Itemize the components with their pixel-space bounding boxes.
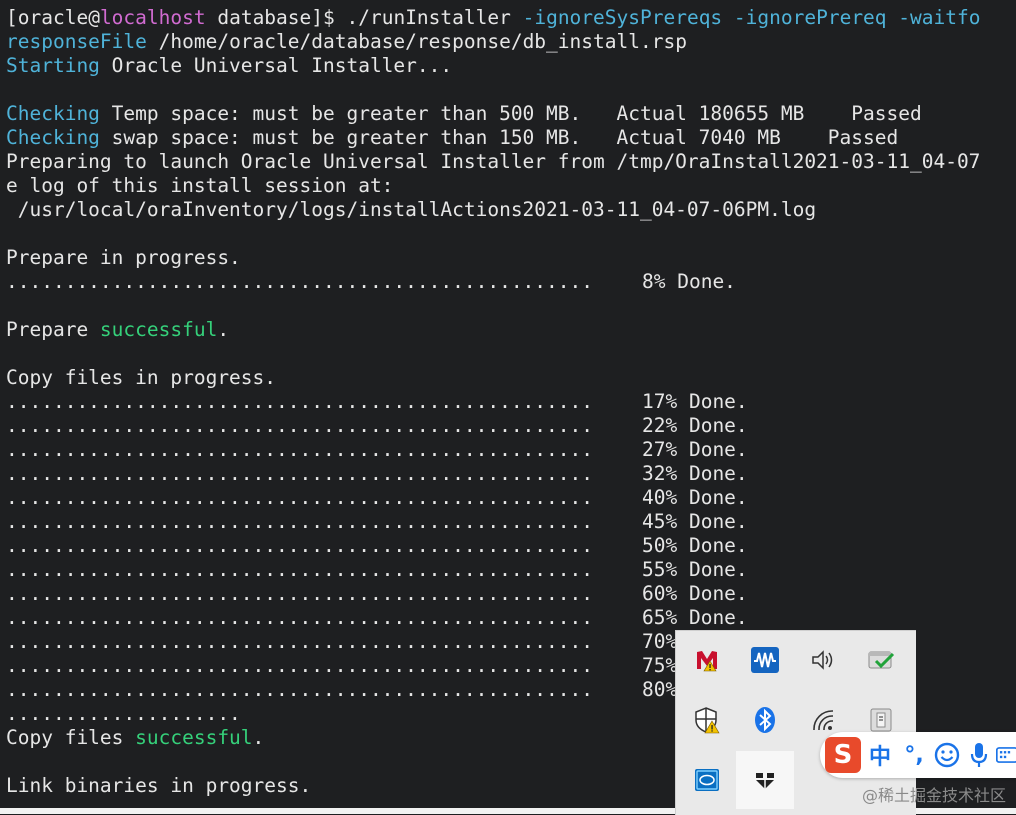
progress-dots: ........................................…: [6, 654, 593, 677]
period: .: [217, 318, 230, 341]
log-line: e log of this install session at:: [6, 174, 394, 197]
command-flags: -ignoreSysPrereqs -ignorePrereq -waitfo: [522, 6, 981, 29]
progress-dots: ........................................…: [6, 630, 593, 653]
microphone-icon[interactable]: [966, 732, 992, 778]
copy-progress-line: Copy files in progress.: [6, 366, 277, 389]
short-dots: ....................: [6, 702, 241, 725]
swap-check-text: swap space: must be greater than 150 MB.…: [99, 126, 899, 149]
mcafee-warning-icon[interactable]: [678, 631, 736, 689]
progress-percent: 80%: [642, 678, 678, 701]
watermark: @稀土掘金技术社区: [861, 786, 1006, 805]
prompt-host: localhost: [99, 6, 206, 29]
progress-dots: ........................................…: [6, 582, 593, 605]
progress-dots: ........................................…: [6, 390, 593, 413]
progress-percent: 70%: [642, 630, 678, 653]
success-word: successful: [135, 726, 253, 749]
period: .: [252, 726, 265, 749]
prepare-progress-line: Prepare in progress.: [6, 246, 241, 269]
progress-dots: ........................................…: [6, 414, 593, 437]
progress-dots: ........................................…: [6, 270, 593, 293]
bluetooth-icon[interactable]: [736, 691, 794, 749]
progress-dots: ........................................…: [6, 486, 593, 509]
starting-line: Starting Oracle Universal Installer...: [6, 54, 452, 78]
link-progress-line: Link binaries in progress.: [6, 774, 312, 797]
temp-check-text: Temp space: must be greater than 500 MB.…: [99, 102, 922, 125]
progress-percent: 32% Done.: [642, 462, 748, 485]
progress-percent: 40% Done.: [642, 486, 748, 509]
response-path: /home/oracle/database/response/db_instal…: [146, 30, 687, 53]
temp-check-line: Checking Temp space: must be greater tha…: [6, 102, 922, 126]
volume-icon[interactable]: [794, 631, 852, 689]
progress-dots: ........................................…: [6, 558, 593, 581]
copy-success-line: Copy files successful.: [6, 726, 264, 750]
security-check-icon[interactable]: [852, 631, 910, 689]
checking-word: Checking: [6, 126, 100, 149]
progress-dots: ........................................…: [6, 438, 593, 461]
progress-percent: 45% Done.: [642, 510, 748, 533]
progress-percent: 65% Done.: [642, 606, 748, 629]
prompt-user: oracle@: [17, 6, 100, 29]
starting-word: Starting: [6, 54, 100, 77]
prepare-word: Prepare: [6, 318, 100, 341]
command-line: [oracle@localhost database]$ ./runInstal…: [6, 6, 980, 30]
progress-dots: ........................................…: [6, 510, 593, 533]
ime-toolbar: S 中 °,: [820, 732, 1016, 778]
starting-rest: Oracle Universal Installer...: [99, 54, 453, 77]
progress-percent: 8% Done.: [642, 270, 736, 293]
intel-graphics-icon[interactable]: [678, 751, 736, 809]
ime-logo-text: S: [825, 737, 861, 773]
response-flag: responseFile: [6, 30, 147, 53]
app-icon[interactable]: [736, 751, 794, 809]
waves-audio-icon[interactable]: [736, 631, 794, 689]
keyboard-icon[interactable]: [996, 732, 1016, 778]
progress-dots: ........................................…: [6, 534, 593, 557]
copy-word: Copy files: [6, 726, 136, 749]
preparing-line: Preparing to launch Oracle Universal Ins…: [6, 150, 981, 173]
progress-percent: 75%: [642, 654, 678, 677]
command-line-wrap: responseFile /home/oracle/database/respo…: [6, 30, 687, 54]
sogou-logo-icon[interactable]: S: [824, 732, 862, 778]
progress-percent: 22% Done.: [642, 414, 748, 437]
defender-warning-icon[interactable]: [678, 691, 736, 749]
ime-punctuation-toggle[interactable]: °,: [900, 732, 928, 778]
progress-percent: 60% Done.: [642, 582, 748, 605]
checking-word: Checking: [6, 102, 100, 125]
progress-dots: ........................................…: [6, 606, 593, 629]
progress-dots: ........................................…: [6, 462, 593, 485]
swap-check-line: Checking swap space: must be greater tha…: [6, 126, 898, 150]
progress-percent: 27% Done.: [642, 438, 748, 461]
prompt-open: [: [6, 6, 18, 29]
prompt-rest: database]$ ./runInstaller: [205, 6, 523, 29]
log-path-line: /usr/local/oraInventory/logs/installActi…: [6, 198, 817, 221]
progress-percent: 55% Done.: [642, 558, 748, 581]
progress-dots: ........................................…: [6, 678, 593, 701]
progress-percent: 50% Done.: [642, 534, 748, 557]
progress-percent: 17% Done.: [642, 390, 748, 413]
prepare-success-line: Prepare successful.: [6, 318, 229, 342]
emoji-icon[interactable]: [932, 732, 962, 778]
success-word: successful: [99, 318, 218, 341]
ime-language-toggle[interactable]: 中: [866, 732, 894, 778]
